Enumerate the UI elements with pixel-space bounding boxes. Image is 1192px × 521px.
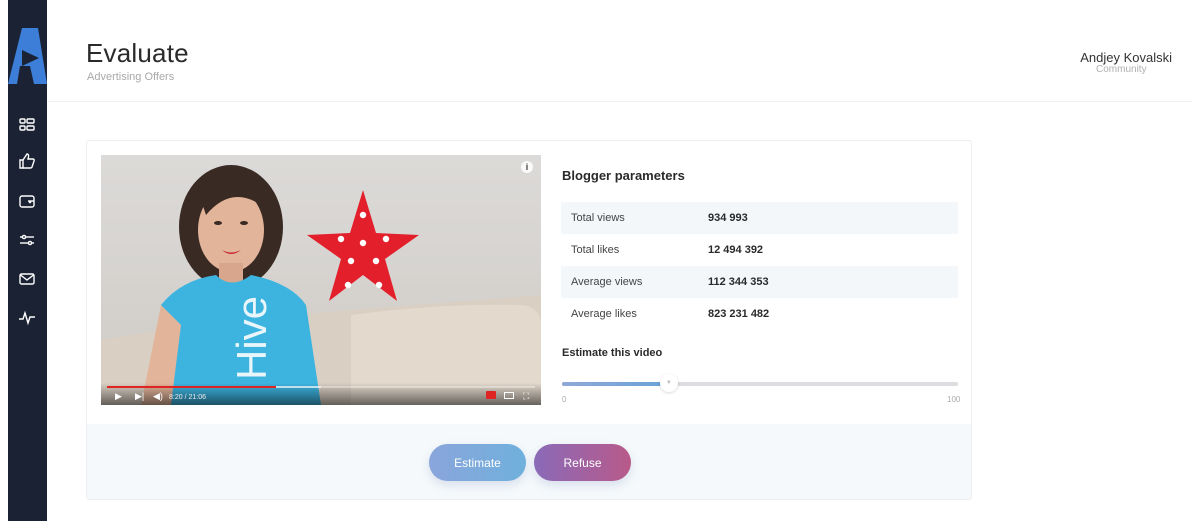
param-row-total-likes: Total likes 12 494 392 [561, 234, 958, 266]
params-table: Total views 934 993 Total likes 12 494 3… [561, 202, 958, 330]
video-player[interactable]: Hive i ▶ ▶| ◀) 8:20 / 21:06 ⛶ [101, 155, 541, 405]
params-title: Blogger parameters [562, 168, 685, 183]
activity-icon[interactable] [16, 307, 38, 329]
card-footer [87, 424, 971, 499]
param-value: 12 494 392 [708, 244, 764, 256]
video-progress-bar[interactable] [107, 386, 535, 388]
thumbs-up-icon[interactable] [16, 150, 38, 172]
refuse-button[interactable]: Refuse [534, 444, 631, 481]
brand-logo-icon[interactable] [8, 28, 47, 84]
estimate-slider-fill [562, 382, 669, 386]
svg-text:Hive: Hive [228, 296, 275, 380]
dashboard-icon[interactable] [16, 114, 38, 136]
wallet-icon[interactable] [16, 190, 38, 212]
next-icon[interactable]: ▶| [135, 391, 144, 401]
param-value: 934 993 [708, 212, 748, 224]
param-label: Average views [571, 276, 643, 288]
evaluation-card: Hive i ▶ ▶| ◀) 8:20 / 21:06 ⛶ Blogger pa… [86, 140, 972, 500]
video-time: 8:20 / 21:06 [169, 394, 206, 401]
sliders-icon[interactable] [16, 229, 38, 251]
param-label: Total likes [571, 244, 620, 256]
sidebar [8, 0, 47, 521]
video-progress-fill [107, 386, 277, 388]
annotation-icon[interactable] [486, 391, 496, 399]
fullscreen-icon[interactable]: ⛶ [523, 391, 529, 401]
page-title: Evaluate [86, 38, 189, 68]
play-icon[interactable]: ▶ [115, 391, 122, 401]
user-role: Community [1096, 64, 1147, 75]
mail-icon[interactable] [16, 268, 38, 290]
param-value: 823 231 482 [708, 308, 770, 320]
volume-icon[interactable]: ◀) [153, 391, 163, 401]
param-row-total-views: Total views 934 993 [561, 202, 958, 234]
param-label: Average likes [571, 308, 637, 320]
estimate-slider[interactable]: ▼ [562, 374, 958, 392]
slider-max-label: 100 [947, 395, 961, 404]
estimate-button[interactable]: Estimate [429, 444, 526, 481]
header-divider [47, 101, 1192, 102]
estimate-title: Estimate this video [562, 347, 663, 359]
slider-min-label: 0 [562, 395, 567, 404]
video-thumbnail[interactable]: Hive [101, 155, 541, 405]
theater-mode-icon[interactable] [504, 392, 514, 399]
param-row-average-likes: Average likes 823 231 482 [561, 298, 958, 330]
param-row-average-views: Average views 112 344 353 [561, 266, 958, 298]
param-label: Total views [571, 212, 625, 224]
user-name[interactable]: Andjey Kovalski [1080, 50, 1172, 65]
param-value: 112 344 353 [708, 276, 769, 288]
page-subtitle: Advertising Offers [87, 71, 175, 83]
info-icon[interactable]: i [521, 161, 533, 173]
estimate-slider-thumb[interactable]: ▼ [659, 374, 678, 392]
